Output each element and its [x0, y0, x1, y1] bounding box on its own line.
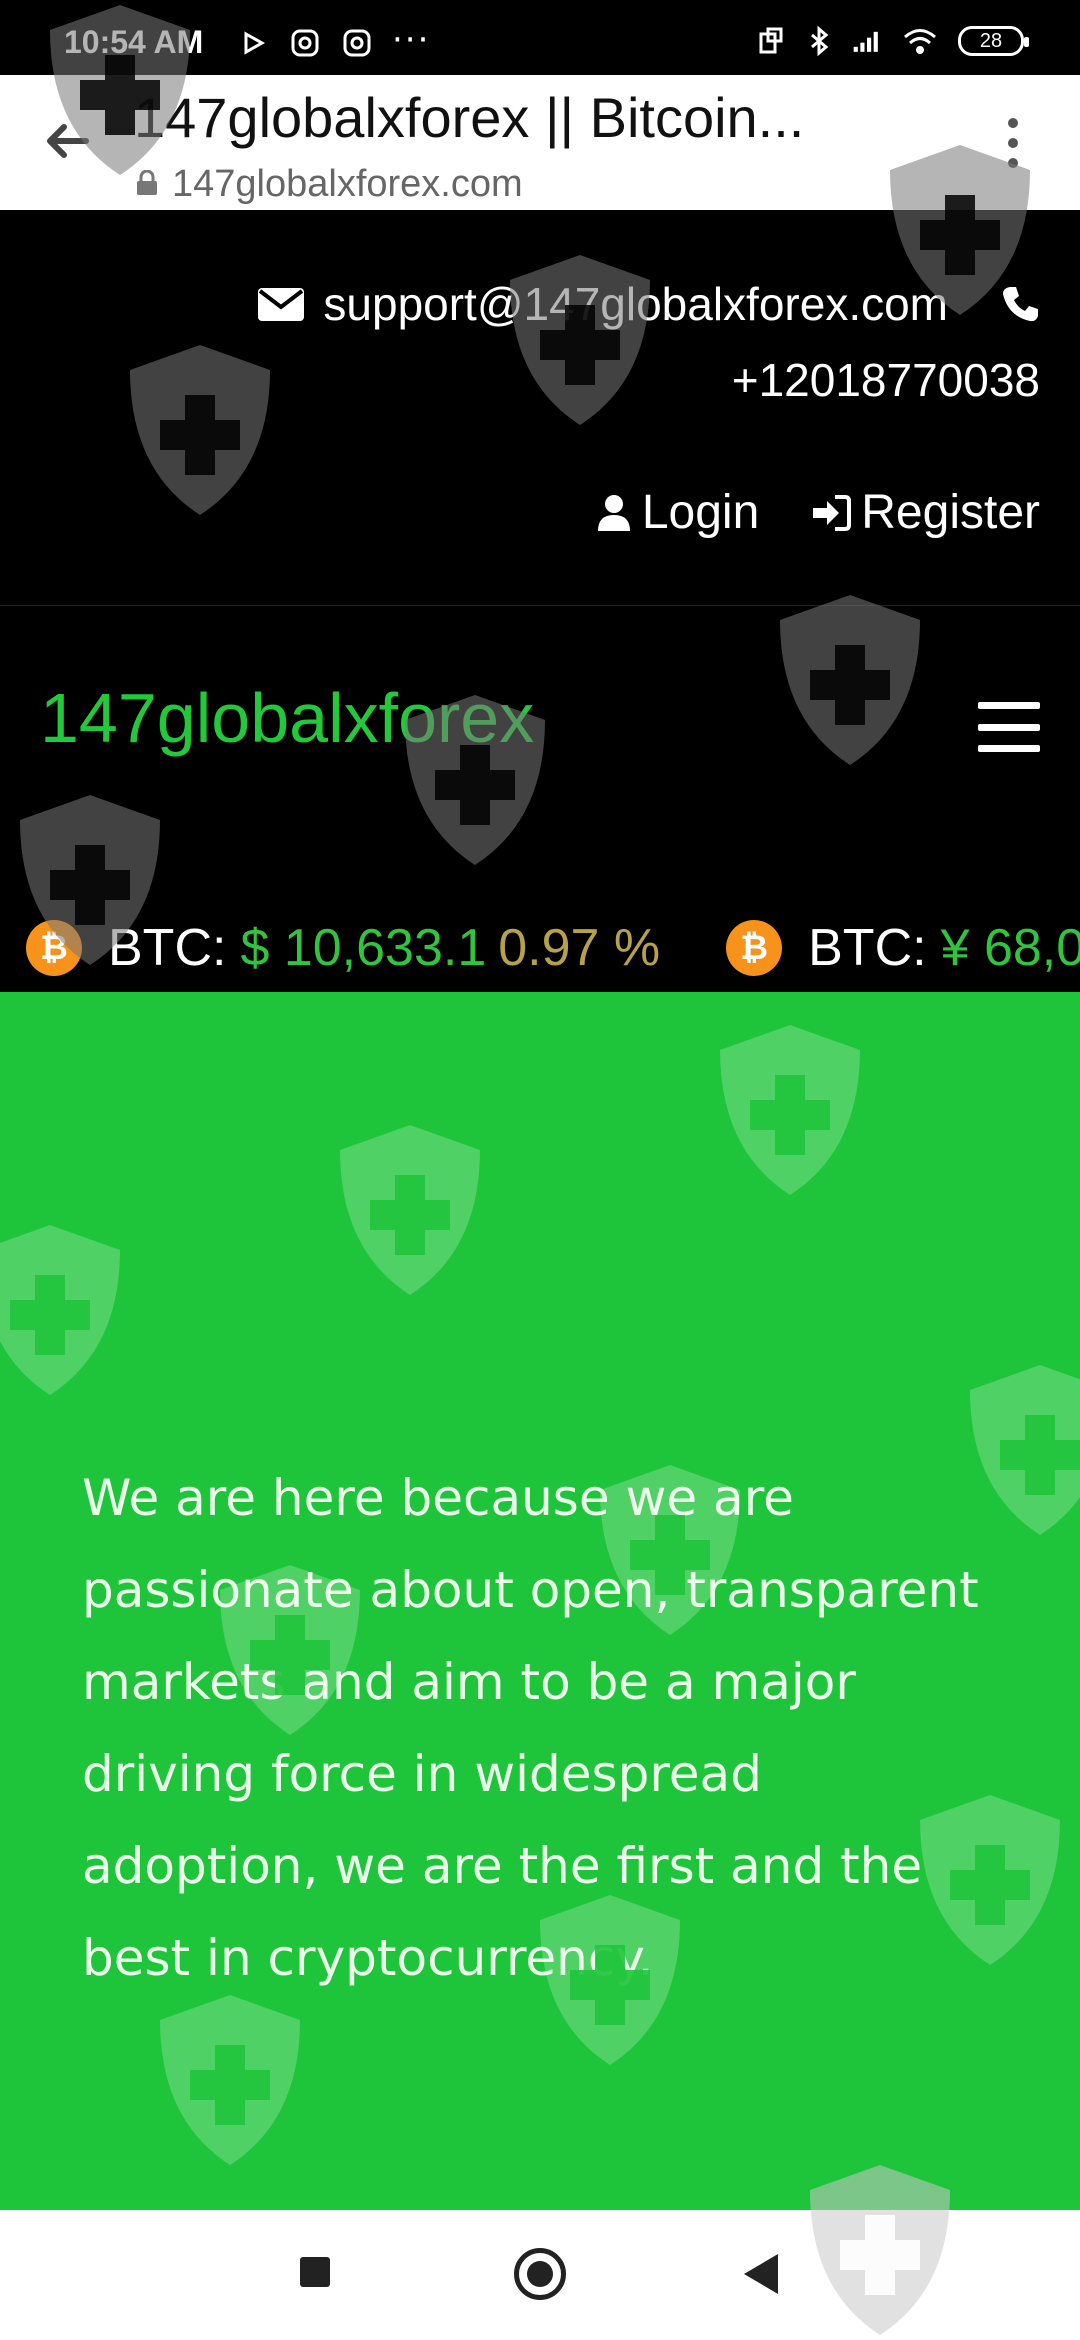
login-label: Login [641, 486, 760, 539]
price-ticker: ₿ BTC: $ 10,633.1 0.97 % ₿ BTC: ¥ 68,0 [0, 896, 1080, 992]
register-link[interactable]: Register [811, 485, 1040, 540]
instagram-icon [343, 29, 371, 57]
bluetooth-icon [811, 26, 829, 56]
system-nav-bar [0, 2210, 1080, 2340]
system-icons: 28 [756, 26, 1029, 56]
user-icon [597, 494, 630, 531]
sign-in-icon [813, 494, 852, 531]
signal-icon [853, 31, 878, 52]
phone-icon[interactable] [1000, 284, 1040, 324]
battery-icon: 28 [958, 26, 1029, 56]
hero-section: We are here because we are passionate ab… [0, 992, 1080, 2210]
recents-button[interactable] [300, 2257, 330, 2287]
back-button[interactable] [744, 2254, 778, 2294]
battery-level: 28 [979, 29, 1003, 52]
site-logo[interactable]: 147globalxforex [40, 678, 534, 758]
browser-toolbar: 147globalxforex || Bitcoin... 147globalx… [0, 75, 1080, 288]
register-label: Register [861, 486, 1040, 539]
site-top-header: support@147globalxforex.com +12018770038… [0, 213, 1080, 605]
wifi-icon [904, 29, 936, 54]
envelope-icon [258, 288, 305, 321]
url-text[interactable]: 147globalxforex.com [172, 163, 523, 206]
status-bar: 10:54 AM ··· 28 [0, 0, 1080, 75]
bitcoin-icon: ₿ [726, 920, 783, 976]
auth-links: Login Register [596, 485, 1040, 540]
rotate-icon [759, 27, 783, 54]
ticker-price: $ 10,633.1 [240, 919, 487, 977]
instagram-icon [291, 29, 319, 57]
ticker-change: 0.97 % [498, 919, 661, 977]
ticker-item: ₿ BTC: $ 10,633.1 0.97 % [26, 918, 660, 978]
lock-icon [137, 170, 157, 195]
contact-phone-link[interactable]: +12018770038 [732, 353, 1040, 407]
more-notifications-icon: ··· [392, 20, 431, 60]
login-link[interactable]: Login [596, 485, 759, 540]
bitcoin-icon: ₿ [26, 920, 82, 976]
hamburger-icon[interactable] [978, 702, 1040, 752]
brand-bar: 147globalxforex [0, 606, 1080, 896]
arrow-left-icon[interactable] [38, 113, 94, 169]
notification-icons [238, 28, 372, 58]
ticker-price: ¥ 68,0 [940, 919, 1080, 977]
ticker-symbol: BTC: [108, 919, 227, 977]
page-title[interactable]: 147globalxforex || Bitcoin... [134, 85, 914, 150]
home-button[interactable] [514, 2248, 566, 2300]
status-time: 10:54 AM [64, 24, 204, 60]
kebab-menu-icon[interactable] [1006, 113, 1020, 173]
contact-email-link[interactable]: support@147globalxforex.com [323, 277, 948, 331]
ticker-symbol: BTC: [808, 919, 927, 977]
ticker-item: ₿ BTC: ¥ 68,0 [726, 918, 1080, 978]
hero-text: We are here because we are passionate ab… [82, 1469, 979, 1987]
play-icon [244, 31, 266, 55]
contact-row: support@147globalxforex.com [257, 277, 1040, 331]
